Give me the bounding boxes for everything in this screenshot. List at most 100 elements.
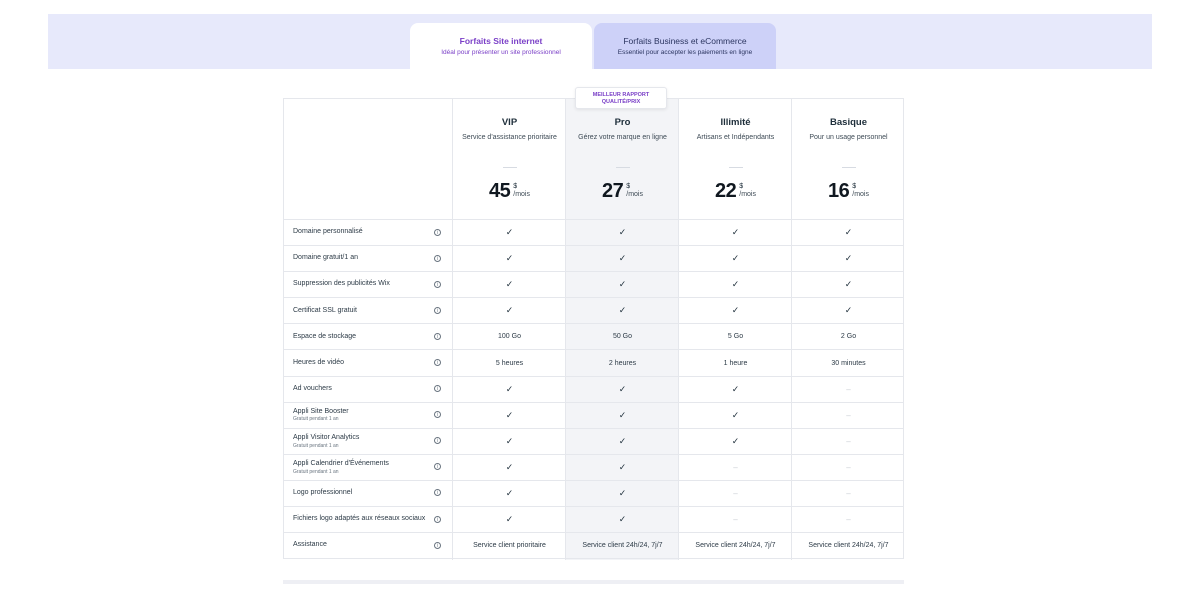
check-icon: ✓ xyxy=(844,227,853,238)
feature-label: Certificat SSL gratuit xyxy=(293,306,357,314)
info-icon[interactable]: i xyxy=(434,306,441,314)
plan-description: Gérez votre marque en ligne xyxy=(578,134,667,141)
check-icon: ✓ xyxy=(618,514,627,525)
info-icon[interactable]: i xyxy=(434,228,441,236)
info-icon[interactable]: i xyxy=(434,541,441,549)
tab-subtitle: Idéal pour présenter un site professionn… xyxy=(441,49,561,56)
check-icon: ✓ xyxy=(618,461,627,472)
feature-label: Espace de stockage xyxy=(293,332,357,340)
check-icon: ✓ xyxy=(844,253,853,264)
dash-icon: – xyxy=(846,410,851,420)
price-meta: $/mois xyxy=(852,183,869,199)
price-amount: 45 xyxy=(489,180,511,202)
check-icon: ✓ xyxy=(731,435,740,446)
feature-label: Appli Calendrier d'Événements xyxy=(293,460,389,468)
plan-price: 27 $/mois xyxy=(566,180,679,202)
feature-row: Appli Calendrier d'Événements Gratuit pen… xyxy=(284,455,903,481)
check-icon: ✓ xyxy=(505,461,514,472)
plan-divider xyxy=(502,167,517,168)
tab-title: Forfaits Business et eCommerce xyxy=(623,36,747,46)
feature-cell: Espace de stockage xyxy=(293,324,443,349)
dash-icon: – xyxy=(846,488,851,498)
check-icon: ✓ xyxy=(618,305,627,316)
info-icon[interactable]: i xyxy=(434,280,441,288)
info-icon[interactable]: i xyxy=(434,515,441,523)
check-icon: ✓ xyxy=(505,253,514,264)
price-period: /mois xyxy=(739,191,756,198)
dash-icon: – xyxy=(846,462,851,472)
dash-icon: – xyxy=(846,384,851,394)
feature-row: Domaine gratuit/1 an i ✓ ✓ ✓ ✓ xyxy=(284,246,903,273)
price-meta: $/mois xyxy=(739,183,756,199)
plan-divider xyxy=(615,167,630,168)
check-icon: ✓ xyxy=(844,279,853,290)
dash-icon: – xyxy=(846,515,851,525)
feature-sublabel: Gratuit pendant 1 an xyxy=(293,416,339,423)
check-icon: ✓ xyxy=(505,514,514,525)
plan-name: VIP xyxy=(501,117,518,128)
plan-column-1: Pro Gérez votre marque en ligne 27 $/mois xyxy=(566,99,679,219)
info-icon[interactable]: i xyxy=(434,332,441,340)
price-amount: 27 xyxy=(602,180,624,202)
feature-row: Suppression des publicités Wix i ✓ ✓ ✓ ✓ xyxy=(284,272,903,299)
feature-row: Logo professionnel i ✓ ✓ – – xyxy=(284,481,903,508)
feature-label: Appli Site Booster xyxy=(293,407,349,415)
check-icon: ✓ xyxy=(618,279,627,290)
plan-divider xyxy=(841,167,856,168)
check-icon: ✓ xyxy=(618,383,627,394)
price-meta: $/mois xyxy=(513,183,530,199)
price-currency: $ xyxy=(626,183,631,190)
feature-cell: Suppression des publicités Wix xyxy=(293,272,443,297)
feature-value: Service client 24h/24, 7j/7 xyxy=(808,542,889,550)
check-icon: ✓ xyxy=(618,253,627,264)
feature-cell: Fichiers logo adaptés aux réseaux sociau… xyxy=(293,507,443,532)
feature-cell: Ad vouchers xyxy=(293,377,443,402)
feature-label: Logo professionnel xyxy=(293,489,353,497)
plan-name: Pro xyxy=(614,117,631,128)
feature-label: Ad vouchers xyxy=(293,384,332,392)
feature-value: Service client 24h/24, 7j/7 xyxy=(582,542,663,550)
feature-cell: Appli Site Booster Gratuit pendant 1 an xyxy=(293,403,443,428)
badge-line: MEILLEUR RAPPORT xyxy=(592,92,650,98)
feature-cell: Assistance xyxy=(293,533,443,558)
price-currency: $ xyxy=(739,183,744,190)
check-icon: ✓ xyxy=(505,227,514,238)
features-list: Domaine personnalisé i ✓ ✓ ✓ ✓ Domaine gratuit… xyxy=(284,220,903,560)
tab-website-plans[interactable]: Forfaits Site internet Idéal pour présen… xyxy=(410,23,592,69)
feature-row: Assistance i Service client prioritaire Ser… xyxy=(284,533,903,560)
check-icon: ✓ xyxy=(618,227,627,238)
check-icon: ✓ xyxy=(731,253,740,264)
feature-label: Domaine personnalisé xyxy=(293,228,363,236)
feature-value: 2 heures xyxy=(608,359,637,367)
check-icon: ✓ xyxy=(731,383,740,394)
feature-value: 50 Go xyxy=(612,333,633,341)
feature-label: Domaine gratuit/1 an xyxy=(293,254,358,262)
feature-cell: Appli Calendrier d'Événements Gratuit pen… xyxy=(293,455,443,480)
feature-value: 30 minutes xyxy=(831,359,866,367)
feature-sublabel: Gratuit pendant 1 an xyxy=(293,468,339,475)
feature-label: Heures de vidéo xyxy=(293,358,344,366)
check-icon: ✓ xyxy=(731,409,740,420)
dash-icon: – xyxy=(733,488,738,498)
feature-value: 5 heures xyxy=(495,359,524,367)
feature-value: 1 heure xyxy=(723,359,748,367)
plan-tabs-band: Forfaits Site internet Idéal pour présen… xyxy=(48,14,1152,69)
feature-value: Service client 24h/24, 7j/7 xyxy=(695,542,776,550)
feature-sublabel: Gratuit pendant 1 an xyxy=(293,442,339,449)
plans-header: VIP Service d'assistance prioritaire 45 $/m… xyxy=(284,99,903,220)
feature-label: Suppression des publicités Wix xyxy=(293,280,390,288)
tab-subtitle: Essentiel pour accepter les paiements en… xyxy=(617,49,753,56)
price-meta: $/mois xyxy=(626,183,643,199)
plan-name: Illimité xyxy=(720,117,751,128)
info-icon[interactable]: i xyxy=(434,254,441,262)
dash-icon: – xyxy=(733,515,738,525)
info-icon[interactable]: i xyxy=(434,359,441,367)
feature-row: Espace de stockage i 100 Go 50 Go 5 Go 2 Go xyxy=(284,324,903,351)
feature-row: Appli Visitor Analytics Gratuit pendant 1… xyxy=(284,429,903,455)
feature-row: Appli Site Booster Gratuit pendant 1 an i ✓… xyxy=(284,403,903,429)
tab-business-plans[interactable]: Forfaits Business et eCommerce Essentiel… xyxy=(594,23,776,69)
feature-label: Assistance xyxy=(293,541,327,549)
feature-label: Fichiers logo adaptés aux réseaux sociau… xyxy=(293,515,426,523)
price-period: /mois xyxy=(852,191,869,198)
dash-icon: – xyxy=(733,462,738,472)
